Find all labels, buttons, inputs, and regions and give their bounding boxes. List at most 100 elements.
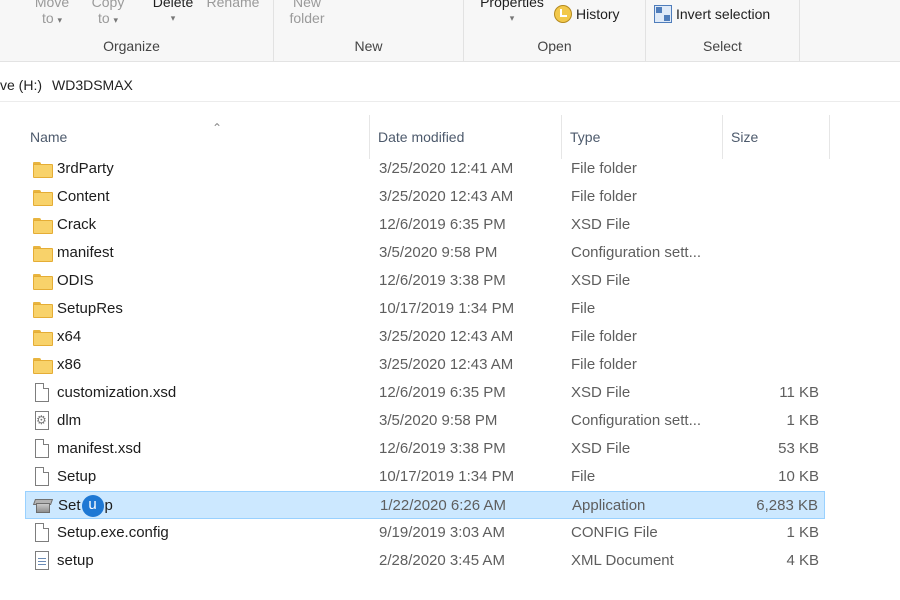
- move-to-button[interactable]: Move to ▾: [32, 0, 72, 28]
- file-date-modified: 9/19/2019 3:03 AM: [379, 524, 505, 541]
- history-button[interactable]: History: [554, 5, 620, 23]
- invert-selection-label: Invert selection: [676, 6, 771, 22]
- file-row[interactable]: manifest 3/5/2020 9:58 PM Configuration se…: [25, 239, 825, 267]
- file-list: Name ⌃ Date modified Type Size 3rdParty 3…: [0, 105, 900, 600]
- mouse-cursor-indicator: u: [81, 495, 104, 518]
- file-type: CONFIG File: [571, 524, 658, 541]
- chevron-down-icon: ▾: [57, 15, 63, 25]
- file-date-modified: 1/22/2020 6:26 AM: [380, 497, 506, 514]
- file-size: 1 KB: [786, 412, 819, 429]
- column-header-date[interactable]: Date modified: [370, 115, 562, 159]
- file-row[interactable]: x86 3/25/2020 12:43 AM File folder: [25, 351, 825, 379]
- file-row[interactable]: SetupRes 10/17/2019 1:34 PM File: [25, 295, 825, 323]
- file-row[interactable]: Set u p 1/22/2020 6:26 AM Application 6,283 K…: [25, 491, 825, 519]
- file-date-modified: 3/25/2020 12:41 AM: [379, 160, 514, 177]
- folder-icon: [33, 218, 53, 234]
- column-header-name[interactable]: Name ⌃: [22, 115, 370, 159]
- file-date-modified: 12/6/2019 6:35 PM: [379, 216, 506, 233]
- file-row[interactable]: Setup 10/17/2019 1:34 PM File 10 KB: [25, 463, 825, 491]
- file-row-icon-cell: [32, 492, 54, 520]
- file-row-icon-cell: [31, 379, 51, 407]
- file-type: File folder: [571, 328, 637, 345]
- delete-button[interactable]: Delete ▾: [150, 0, 196, 26]
- file-name: x86: [57, 356, 82, 373]
- column-headers: Name ⌃ Date modified Type Size: [0, 115, 900, 159]
- file-type: Application: [572, 497, 646, 514]
- file-date-modified: 12/6/2019 6:35 PM: [379, 384, 506, 401]
- file-name: customization.xsd: [57, 384, 177, 401]
- history-label: History: [576, 6, 620, 22]
- file-name-suffix: p: [104, 497, 113, 514]
- invert-selection-button[interactable]: Invert selection: [654, 5, 770, 23]
- file-name: Setup: [57, 468, 97, 485]
- file-row-icon-cell: [31, 435, 51, 463]
- file-date-modified: 3/25/2020 12:43 AM: [379, 356, 514, 373]
- file-row[interactable]: customization.xsd 12/6/2019 6:35 PM XSD Fi…: [25, 379, 825, 407]
- file-row[interactable]: x64 3/25/2020 12:43 AM File folder: [25, 323, 825, 351]
- file-type: XSD File: [571, 440, 631, 457]
- breadcrumb-folder[interactable]: WD3DSMAX: [52, 77, 133, 93]
- file-type: File: [571, 300, 596, 317]
- file-row-icon-cell: [31, 155, 53, 183]
- file-date-modified: 12/6/2019 3:38 PM: [379, 272, 506, 289]
- file-size: 53 KB: [778, 440, 819, 457]
- address-bar[interactable]: ve (H:) WD3DSMAX: [0, 68, 900, 102]
- file-type: Configuration sett...: [571, 412, 702, 429]
- column-header-name-label: Name: [30, 129, 68, 145]
- file-icon: [35, 439, 49, 458]
- file-name: manifest.xsd: [57, 440, 142, 457]
- file-icon: [35, 523, 49, 542]
- file-row[interactable]: Setup.exe.config 9/19/2019 3:03 AM CONFIG …: [25, 519, 825, 547]
- file-size: 1 KB: [786, 524, 819, 541]
- file-row[interactable]: manifest.xsd 12/6/2019 3:38 PM XSD File 53 …: [25, 435, 825, 463]
- rename-button[interactable]: Rename: [204, 0, 262, 10]
- move-to-line1: Move: [34, 0, 70, 10]
- sort-ascending-icon: ⌃: [212, 121, 223, 135]
- file-row[interactable]: setup 2/28/2020 3:45 AM XML Document 4 KB: [25, 547, 825, 575]
- column-header-size[interactable]: Size: [723, 115, 830, 159]
- file-name: 3rdParty: [57, 160, 114, 177]
- folder-icon: [33, 274, 53, 290]
- copy-to-line2: to: [97, 10, 110, 26]
- new-group: New folder New: [274, 0, 464, 61]
- file-name: SetupRes: [57, 300, 123, 317]
- folder-icon: [33, 190, 53, 206]
- file-date-modified: 3/25/2020 12:43 AM: [379, 188, 514, 205]
- select-group: Invert selection Select: [646, 0, 800, 61]
- invert-selection-icon: [654, 5, 672, 23]
- file-date-modified: 10/17/2019 1:34 PM: [379, 468, 515, 485]
- file-type: XSD File: [571, 216, 631, 233]
- file-size: 10 KB: [778, 468, 819, 485]
- file-row-icon-cell: [31, 519, 51, 547]
- file-type: File folder: [571, 160, 637, 177]
- file-type: File folder: [571, 356, 637, 373]
- file-name: x64: [57, 328, 82, 345]
- select-group-label: Select: [703, 38, 742, 54]
- folder-icon: [33, 358, 53, 374]
- ribbon: Move to ▾ Copy to ▾ Delete ▾ Rename Orga…: [0, 0, 900, 62]
- breadcrumb: ve (H:) WD3DSMAX: [0, 77, 133, 93]
- copy-to-button[interactable]: Copy to ▾: [88, 0, 128, 28]
- column-header-type[interactable]: Type: [562, 115, 723, 159]
- file-name: ODIS: [57, 272, 94, 289]
- file-row[interactable]: dlm 3/5/2020 9:58 PM Configuration sett...…: [25, 407, 825, 435]
- new-folder-button[interactable]: New folder: [282, 0, 332, 26]
- file-row[interactable]: Crack 12/6/2019 6:35 PM XSD File: [25, 211, 825, 239]
- open-group: Properties ▾ History Open: [464, 0, 646, 61]
- file-type: File folder: [571, 188, 637, 205]
- file-date-modified: 10/17/2019 1:34 PM: [379, 300, 515, 317]
- properties-button[interactable]: Properties ▾: [472, 0, 552, 26]
- file-date-modified: 3/5/2020 9:58 PM: [379, 244, 498, 261]
- file-row[interactable]: Content 3/25/2020 12:43 AM File folder: [25, 183, 825, 211]
- xml-document-icon: [35, 551, 49, 570]
- column-header-type-label: Type: [570, 129, 601, 145]
- chevron-down-icon: ▾: [509, 13, 515, 23]
- file-row[interactable]: ODIS 12/6/2019 3:38 PM XSD File: [25, 267, 825, 295]
- file-row-icon-cell: [31, 267, 53, 295]
- file-row-icon-cell: [31, 323, 53, 351]
- new-folder-line2: folder: [289, 10, 325, 26]
- file-date-modified: 3/25/2020 12:43 AM: [379, 328, 514, 345]
- breadcrumb-drive[interactable]: ve (H:): [0, 77, 42, 93]
- file-type: XSD File: [571, 272, 631, 289]
- file-row[interactable]: 3rdParty 3/25/2020 12:41 AM File folder: [25, 155, 825, 183]
